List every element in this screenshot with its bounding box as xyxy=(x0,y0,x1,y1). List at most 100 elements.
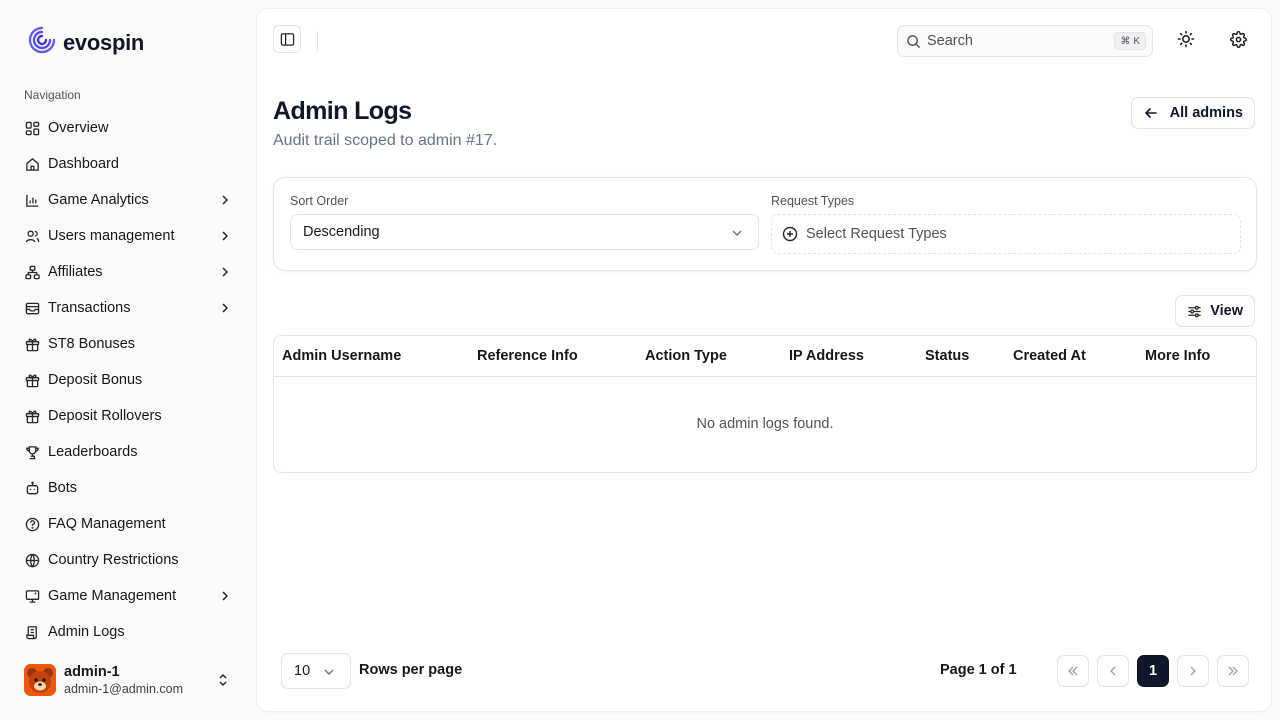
scroll-icon xyxy=(24,624,40,640)
chevron-down-icon xyxy=(324,669,334,675)
sidebar-item-users-management[interactable]: Users management xyxy=(16,218,240,254)
all-admins-label: All admins xyxy=(1169,105,1243,121)
sidebar-item-game-analytics[interactable]: Game Analytics xyxy=(16,182,240,218)
column-admin-username[interactable]: Admin Username xyxy=(282,348,401,364)
page-title: Admin Logs xyxy=(273,97,412,125)
chevron-right-icon xyxy=(222,591,229,601)
column-reference-info[interactable]: Reference Info xyxy=(477,348,578,364)
next-page-button[interactable] xyxy=(1177,655,1209,687)
rows-per-page-label: Rows per page xyxy=(359,662,463,678)
shortcut-key: K xyxy=(1133,35,1140,47)
empty-state-message: No admin logs found. xyxy=(696,416,834,432)
user-email: admin-1@admin.com xyxy=(64,681,183,696)
page-1-button[interactable]: 1 xyxy=(1137,655,1169,687)
brand[interactable]: evospin xyxy=(27,25,144,60)
sidebar-item-bots[interactable]: Bots xyxy=(16,470,240,506)
sidebar-item-dashboard[interactable]: Dashboard xyxy=(16,146,240,182)
sidebar-item-label: Bots xyxy=(48,480,78,496)
sidebar-item-game-management[interactable]: Game Management xyxy=(16,578,240,614)
arrow-left-icon xyxy=(1144,108,1157,118)
search-shortcut: ⌘ K xyxy=(1114,32,1146,50)
search-input[interactable]: Search ⌘ K xyxy=(897,25,1153,57)
sidebar-item-country-restrictions[interactable]: Country Restrictions xyxy=(16,542,240,578)
monitor-icon xyxy=(24,588,40,604)
rows-per-page-value: 10 xyxy=(294,663,311,679)
sidebar-item-label: FAQ Management xyxy=(48,516,166,532)
sort-order-label: Sort Order xyxy=(290,194,349,208)
chevron-right-icon xyxy=(222,231,229,241)
page-subtitle: Audit trail scoped to admin #17. xyxy=(273,132,498,149)
previous-page-button[interactable] xyxy=(1097,655,1129,687)
settings-button[interactable] xyxy=(1228,29,1248,49)
sidebar-item-deposit-rollovers[interactable]: Deposit Rollovers xyxy=(16,398,240,434)
chevron-right-icon xyxy=(222,267,229,277)
header-divider xyxy=(317,31,318,51)
bar-chart-icon xyxy=(24,192,40,208)
sidebar-item-transactions[interactable]: Transactions xyxy=(16,290,240,326)
page-info: Page 1 of 1 xyxy=(940,662,1017,678)
column-ip-address[interactable]: IP Address xyxy=(789,348,864,364)
command-key: ⌘ xyxy=(1120,35,1131,47)
column-more-info[interactable]: More Info xyxy=(1145,348,1210,364)
chevron-right-icon xyxy=(222,303,229,313)
sidebar-item-label: Deposit Bonus xyxy=(48,372,143,388)
sidebar-item-overview[interactable]: Overview xyxy=(16,110,240,146)
sidebar-item-admin-logs[interactable]: Admin Logs xyxy=(16,614,240,650)
sort-order-select[interactable]: Descending xyxy=(290,214,759,250)
sidebar-toggle-button[interactable] xyxy=(273,25,301,53)
table-header: Admin Username Reference Info Action Typ… xyxy=(274,336,1256,377)
sidebar-item-label: Game Analytics xyxy=(48,192,149,208)
wallet-icon xyxy=(24,300,40,316)
swirl-logo-icon xyxy=(27,25,57,60)
theme-toggle-button[interactable] xyxy=(1176,29,1196,49)
sidebar-item-label: ST8 Bonuses xyxy=(48,336,136,352)
main-panel: Search ⌘ K Admin Logs Audit trail scoped… xyxy=(256,8,1272,712)
brand-name: evospin xyxy=(63,29,145,55)
last-page-button[interactable] xyxy=(1217,655,1249,687)
chevrons-up-down-icon xyxy=(219,673,227,687)
sidebar-item-leaderboards[interactable]: Leaderboards xyxy=(16,434,240,470)
sort-order-value: Descending xyxy=(303,224,380,240)
admin-logs-table: Admin Username Reference Info Action Typ… xyxy=(273,335,1257,473)
chevron-right-icon xyxy=(1190,666,1196,676)
sidebar-item-faq-management[interactable]: FAQ Management xyxy=(16,506,240,542)
avatar xyxy=(24,664,56,696)
sidebar-item-label: Dashboard xyxy=(48,156,119,172)
users-icon xyxy=(24,228,40,244)
first-page-button[interactable] xyxy=(1057,655,1089,687)
nav-heading: Navigation xyxy=(24,88,81,102)
rows-per-page-select[interactable]: 10 xyxy=(281,653,351,689)
request-types-placeholder: Select Request Types xyxy=(806,226,947,242)
request-types-select[interactable]: Select Request Types xyxy=(771,214,1241,254)
sidebar: evospin Navigation Overview Dashboard Ga… xyxy=(0,0,256,720)
sidebar-item-affiliates[interactable]: Affiliates xyxy=(16,254,240,290)
network-icon xyxy=(24,264,40,280)
sidebar-item-st8-bonuses[interactable]: ST8 Bonuses xyxy=(16,326,240,362)
sidebar-item-label: Country Restrictions xyxy=(48,552,179,568)
chevron-down-icon xyxy=(732,230,742,236)
search-placeholder: Search xyxy=(927,33,973,49)
column-action-type[interactable]: Action Type xyxy=(645,348,727,364)
chevrons-right-icon xyxy=(1228,666,1238,676)
sun-icon xyxy=(1177,30,1195,48)
sidebar-item-label: Game Management xyxy=(48,588,177,604)
grid-icon xyxy=(24,120,40,136)
gift-icon xyxy=(24,336,40,352)
column-created-at[interactable]: Created At xyxy=(1013,348,1086,364)
view-label: View xyxy=(1210,303,1243,319)
sidebar-item-label: Overview xyxy=(48,120,109,136)
gift-icon xyxy=(24,372,40,388)
sidebar-item-deposit-bonus[interactable]: Deposit Bonus xyxy=(16,362,240,398)
column-status[interactable]: Status xyxy=(925,348,969,364)
home-icon xyxy=(24,156,40,172)
sidebar-item-label: Leaderboards xyxy=(48,444,138,460)
sidebar-item-label: Users management xyxy=(48,228,175,244)
sidebar-item-label: Affiliates xyxy=(48,264,103,280)
view-options-button[interactable]: View xyxy=(1175,295,1255,327)
bot-icon xyxy=(24,480,40,496)
sidebar-nav: Overview Dashboard Game Analytics Users … xyxy=(16,110,240,650)
chevrons-left-icon xyxy=(1068,666,1078,676)
all-admins-button[interactable]: All admins xyxy=(1130,97,1255,129)
user-menu[interactable]: admin-1 admin-1@admin.com xyxy=(24,662,240,698)
sidebar-item-label: Deposit Rollovers xyxy=(48,408,162,424)
